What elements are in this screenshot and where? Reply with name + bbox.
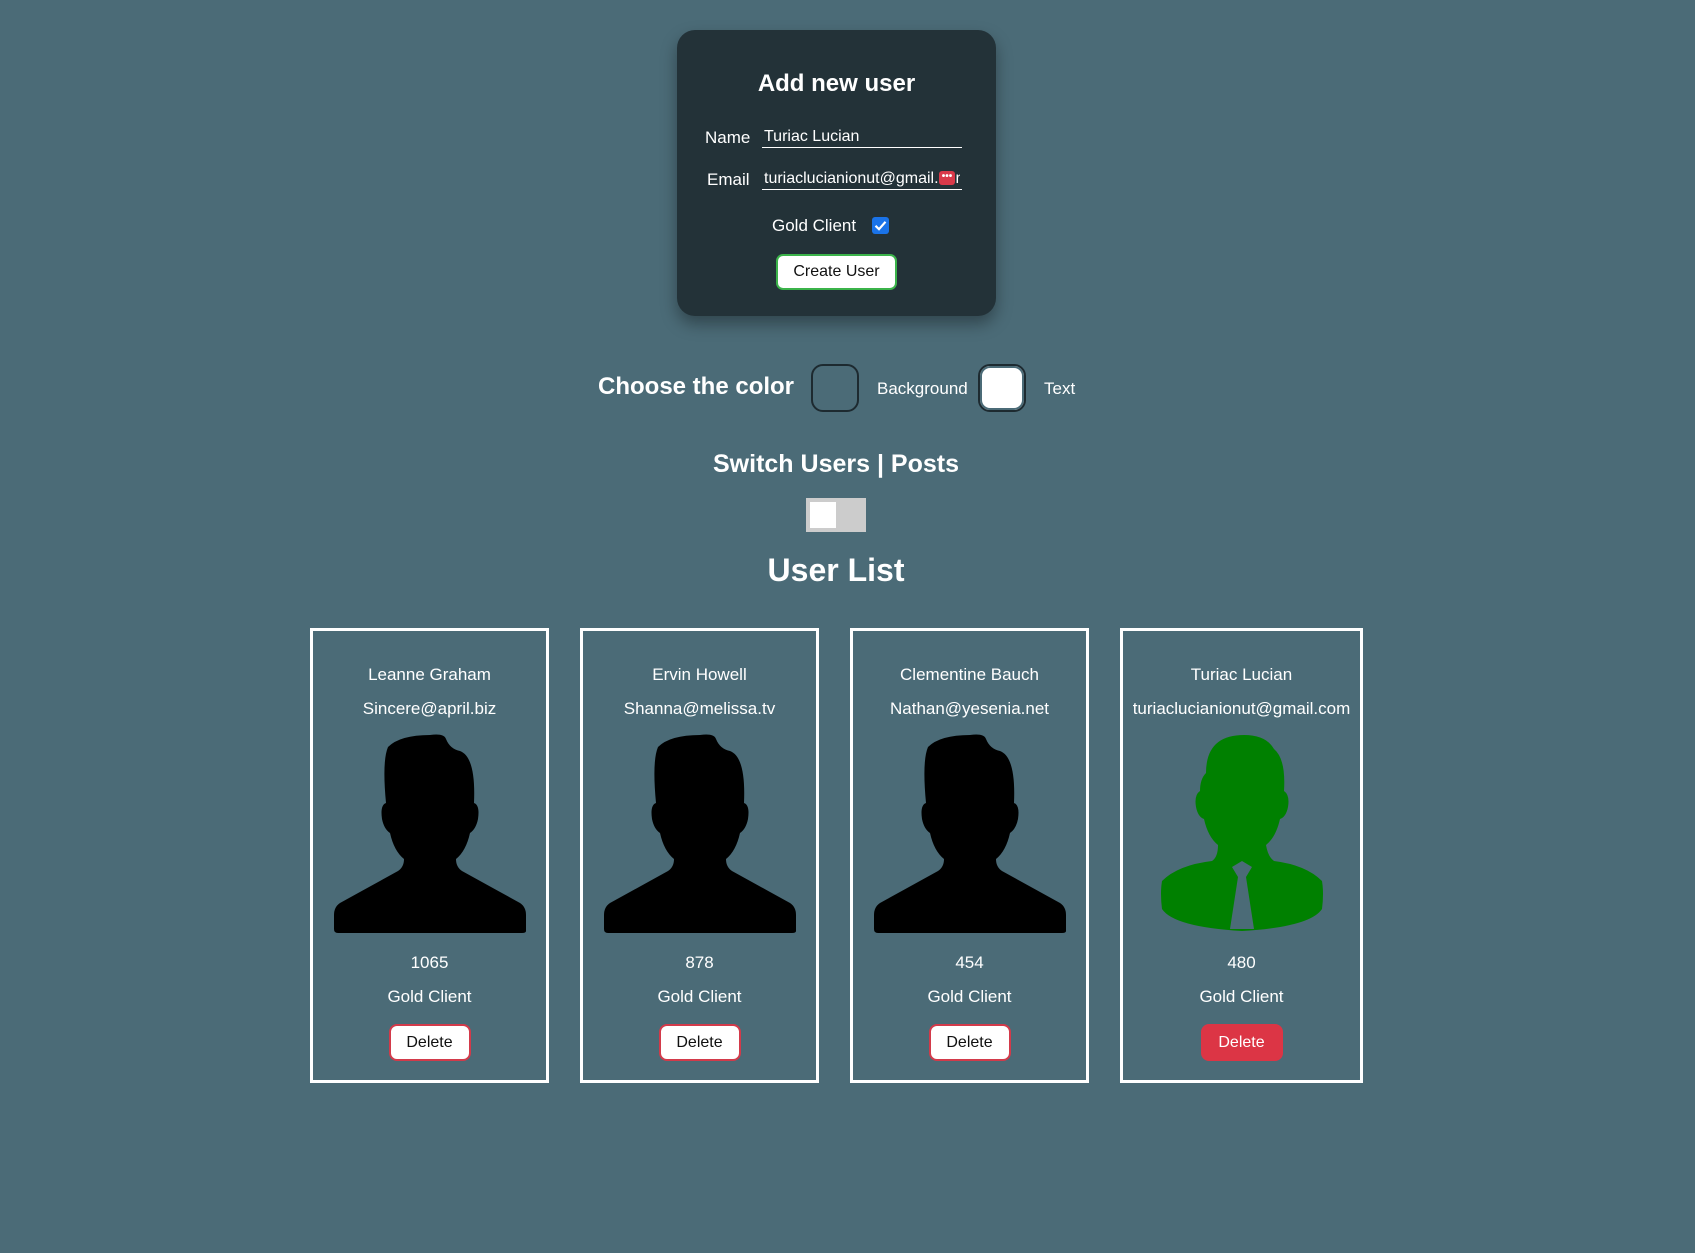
user-status: Gold Client [387, 987, 472, 1006]
background-color-label: Background [877, 379, 968, 398]
user-card: Leanne Graham Sincere@april.biz 1065 Gol… [310, 628, 549, 1083]
user-salary: 480 [1227, 953, 1256, 972]
gold-client-checkbox[interactable] [872, 217, 889, 234]
user-card: Ervin Howell Shanna@melissa.tv 878 Gold … [580, 628, 819, 1083]
choose-color-title: Choose the color [598, 373, 795, 400]
user-email: Shanna@melissa.tv [623, 699, 776, 718]
create-user-button[interactable]: Create User [776, 254, 897, 290]
switch-users-posts-title: Switch Users | Posts [713, 450, 959, 478]
user-email: turiaclucianionut@gmail.com [1132, 699, 1351, 718]
user-card: Turiac Lucian turiaclucianionut@gmail.co… [1120, 628, 1363, 1083]
user-email: Nathan@yesenia.net [889, 699, 1050, 718]
delete-button[interactable]: Delete [388, 1024, 471, 1061]
name-label: Name [705, 128, 751, 147]
user-name: Turiac Lucian [1190, 665, 1293, 684]
add-user-form: Add new user Name Email ••• Gold Client … [677, 30, 996, 316]
businessman-icon [1160, 735, 1323, 931]
autofill-key-icon[interactable]: ••• [939, 171, 955, 185]
delete-button[interactable]: Delete [1200, 1024, 1283, 1061]
text-color-swatch[interactable] [978, 364, 1026, 412]
user-status: Gold Client [927, 987, 1012, 1006]
toggle-knob [810, 502, 836, 528]
user-status: Gold Client [657, 987, 742, 1006]
person-silhouette-icon [873, 734, 1066, 933]
user-name: Clementine Bauch [900, 665, 1039, 684]
person-silhouette-icon [603, 734, 796, 933]
user-status: Gold Client [1199, 987, 1284, 1006]
email-input[interactable] [762, 168, 962, 190]
user-name: Ervin Howell [652, 665, 747, 684]
background-color-swatch[interactable] [811, 364, 859, 412]
person-silhouette-icon [333, 734, 526, 933]
gold-client-label: Gold Client [772, 216, 857, 235]
name-input[interactable] [762, 126, 962, 148]
form-title: Add new user [757, 70, 916, 97]
user-salary: 454 [955, 953, 984, 972]
text-color-label: Text [1044, 379, 1076, 398]
user-salary: 878 [685, 953, 714, 972]
email-label: Email [707, 170, 750, 189]
user-list-title: User List [767, 552, 905, 588]
users-posts-toggle[interactable] [806, 498, 866, 532]
user-email: Sincere@april.biz [362, 699, 497, 718]
delete-button[interactable]: Delete [928, 1024, 1011, 1061]
user-salary: 1065 [410, 953, 449, 972]
user-name: Leanne Graham [368, 665, 491, 684]
delete-button[interactable]: Delete [658, 1024, 741, 1061]
checkmark-icon [874, 221, 887, 231]
user-card: Clementine Bauch Nathan@yesenia.net 454 … [850, 628, 1089, 1083]
